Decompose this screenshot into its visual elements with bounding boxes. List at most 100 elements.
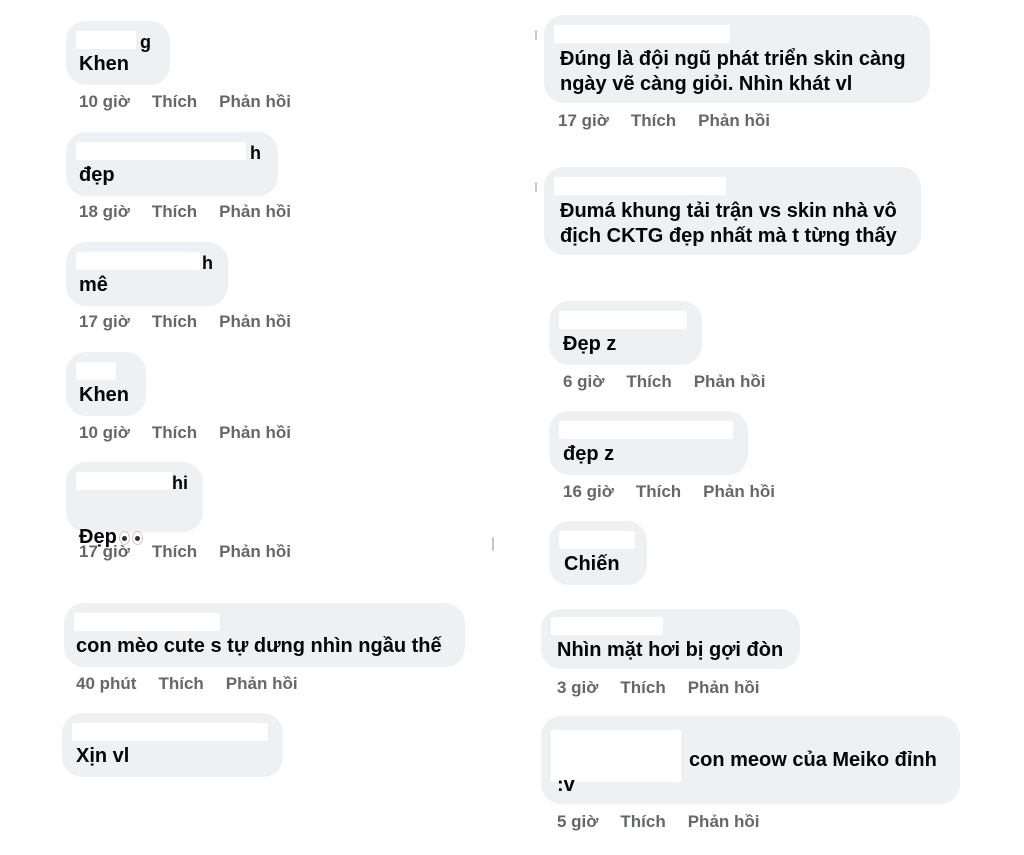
comment-bubble: đẹp z — [549, 411, 748, 475]
comment-R4: Chiến — [549, 521, 647, 585]
comment-actions: 18 giờ Thích Phản hồi — [79, 202, 291, 222]
comment-bubble: Xịn vl — [62, 713, 283, 777]
reply-link[interactable]: Phản hồi — [703, 482, 775, 502]
comment-actions: 3 giờ Thích Phản hồi — [557, 678, 760, 698]
comment-L1: h đẹp 18 giờ Thích Phản hồi — [66, 132, 291, 221]
comment-time: 10 giờ — [79, 92, 130, 111]
comment-actions: 6 giờ Thích Phản hồi — [563, 372, 766, 392]
redacted-author-name — [559, 421, 733, 439]
comment-actions: 16 giờ Thích Phản hồi — [563, 482, 775, 502]
comment-text: đẹp z — [563, 443, 615, 465]
redacted-author-name — [554, 177, 726, 195]
like-link[interactable]: Thích — [620, 812, 665, 832]
redacted-author-name — [74, 613, 220, 631]
redacted-author-name — [76, 472, 172, 490]
reply-link[interactable]: Phản hồi — [688, 812, 760, 832]
reply-link[interactable]: Phản hồi — [698, 111, 770, 131]
comment-L6: Xịn vl — [62, 713, 283, 777]
redacted-author-name — [76, 31, 136, 49]
like-link[interactable]: Thích — [152, 423, 197, 443]
comment-time: 40 phút — [76, 674, 137, 693]
redacted-author-name — [76, 362, 116, 380]
like-link[interactable]: Thích — [626, 372, 671, 392]
comment-bubble: g Khen — [66, 21, 170, 85]
comment-R3: đẹp z 16 giờ Thích Phản hồi — [549, 411, 775, 501]
reply-link[interactable]: Phản hồi — [219, 542, 291, 562]
comment-time: 16 giờ — [563, 482, 614, 501]
comment-bubble: Nhìn mặt hơi bị gợi đòn — [541, 609, 800, 669]
author-name-fragment: h — [202, 253, 213, 273]
reply-link[interactable]: Phản hồi — [219, 202, 291, 222]
comment-actions: 17 giờ Thích Phản hồi — [79, 312, 291, 332]
comment-R2: Đẹp z 6 giờ Thích Phản hồi — [549, 301, 766, 391]
comment-time: 3 giờ — [557, 678, 599, 697]
comment-time: 10 giờ — [79, 423, 130, 442]
like-link[interactable]: Thích — [158, 674, 203, 694]
comment-actions: 5 giờ Thích Phản hồi — [557, 812, 760, 832]
redacted-author-name — [554, 25, 730, 43]
comment-text: Khen — [79, 53, 129, 75]
comment-time: 5 giờ — [557, 812, 599, 831]
comment-R5: Nhìn mặt hơi bị gợi đòn 3 giờ Thích Phản… — [541, 609, 800, 697]
comment-time: 17 giờ — [79, 542, 130, 561]
comment-L5: con mèo cute s tự dưng nhìn ngầu thế 40 … — [64, 603, 465, 693]
comment-time: 17 giờ — [79, 312, 130, 331]
comment-bubble: Khen — [66, 352, 146, 416]
like-link[interactable]: Thích — [152, 92, 197, 112]
author-name-fragment: g — [140, 32, 151, 52]
comment-bubble: con mèo cute s tự dưng nhìn ngầu thế — [64, 603, 465, 667]
comment-text: Khen — [79, 384, 129, 406]
redacted-author-name — [72, 723, 268, 741]
reply-link[interactable]: Phản hồi — [219, 423, 291, 443]
comment-actions: 10 giờ Thích Phản hồi — [79, 423, 291, 443]
comment-text: con mèo cute s tự dưng nhìn ngầu thế — [76, 635, 442, 657]
comment-R6: con meow của Meiko đỉnh :v 5 giờ Thích P… — [541, 716, 960, 831]
author-name-fragment: hi — [172, 473, 188, 493]
comment-bubble: h mê — [66, 242, 228, 306]
reply-link[interactable]: Phản hồi — [219, 92, 291, 112]
like-link[interactable]: Thích — [631, 111, 676, 131]
like-link[interactable]: Thích — [152, 202, 197, 222]
comment-text: Chiến — [564, 553, 620, 575]
comment-time: 17 giờ — [558, 111, 609, 130]
comment-text: mê — [79, 274, 108, 296]
redacted-author-name — [559, 311, 687, 329]
author-name-fragment: h — [250, 143, 261, 163]
like-link[interactable]: Thích — [152, 312, 197, 332]
divider-mark — [492, 537, 494, 551]
comment-time: 6 giờ — [563, 372, 605, 391]
comment-bubble: Chiến — [549, 521, 647, 585]
comment-text: Đúng là đội ngũ phát triển skin càng ngà… — [560, 48, 906, 95]
comment-actions: 40 phút Thích Phản hồi — [76, 674, 298, 694]
comment-text: con meow của Meiko đỉnh :v — [557, 749, 937, 796]
like-link[interactable]: Thích — [620, 678, 665, 698]
comment-L3: Khen 10 giờ Thích Phản hồi — [66, 352, 291, 442]
like-link[interactable]: Thích — [152, 542, 197, 562]
comment-actions: 17 giờ Thích Phản hồi — [79, 542, 291, 562]
comment-bubble: Đẹp z — [549, 301, 702, 365]
comment-R0: Đúng là đội ngũ phát triển skin càng ngà… — [544, 15, 930, 130]
comment-R1: Đumá khung tải trận vs skin nhà vô địch … — [544, 167, 921, 255]
redacted-author-name — [559, 531, 635, 549]
comment-bubble: hi Đẹp — [66, 462, 203, 548]
comment-text: Đẹp z — [563, 333, 617, 355]
redacted-author-name — [76, 252, 200, 270]
comment-L2: h mê 17 giờ Thích Phản hồi — [66, 242, 291, 331]
comment-text: Nhìn mặt hơi bị gợi đòn — [557, 639, 784, 661]
reply-link[interactable]: Phản hồi — [219, 312, 291, 332]
comment-actions: 17 giờ Thích Phản hồi — [558, 111, 770, 131]
comment-text: Đumá khung tải trận vs skin nhà vô địch … — [560, 200, 897, 247]
reply-link[interactable]: Phản hồi — [226, 674, 298, 694]
comment-text: Xịn vl — [76, 745, 130, 767]
reply-link[interactable]: Phản hồi — [688, 678, 760, 698]
comment-bubble: Đúng là đội ngũ phát triển skin càng ngà… — [544, 15, 930, 103]
comment-time: 18 giờ — [79, 202, 130, 221]
redacted-author-name — [551, 617, 663, 635]
comment-bubble: con meow của Meiko đỉnh :v — [541, 716, 960, 804]
reply-link[interactable]: Phản hồi — [694, 372, 766, 392]
divider-mark — [535, 30, 537, 40]
divider-mark — [535, 182, 537, 192]
like-link[interactable]: Thích — [636, 482, 681, 502]
comment-L4: hi Đẹp 17 giờ Thích Phản hồi — [66, 462, 291, 561]
comment-bubble: Đumá khung tải trận vs skin nhà vô địch … — [544, 167, 921, 255]
